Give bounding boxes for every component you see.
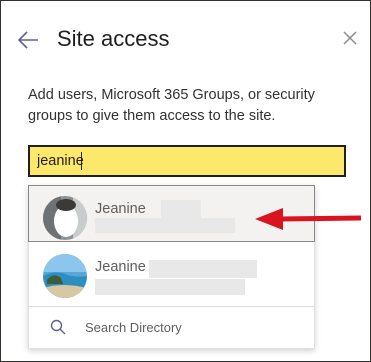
suggestion-item[interactable]: Jeanine — [29, 249, 314, 306]
redacted-detail — [95, 279, 245, 295]
people-search-input[interactable] — [28, 145, 346, 177]
site-access-panel: Site access Add users, Microsoft 365 Gro… — [0, 0, 371, 362]
annotation-arrow — [253, 205, 363, 233]
person-photo-icon — [43, 196, 87, 240]
arrow-left-icon — [17, 31, 38, 49]
beach-photo-icon — [43, 254, 87, 298]
suggestion-name: Jeanine — [95, 201, 146, 217]
arrow-left-icon — [255, 208, 362, 230]
search-directory-label: Search Directory — [85, 320, 182, 335]
search-directory-button[interactable]: Search Directory — [29, 307, 314, 348]
panel-title: Site access — [57, 26, 170, 51]
description-text: Add users, Microsoft 365 Groups, or secu… — [28, 87, 315, 124]
redacted-detail — [95, 218, 235, 233]
redacted-name — [149, 260, 257, 278]
close-button[interactable] — [341, 29, 359, 47]
suggestion-name: Jeanine — [95, 259, 146, 275]
text-caret — [81, 152, 82, 170]
close-icon — [343, 31, 357, 45]
avatar — [43, 196, 87, 240]
search-icon — [50, 319, 66, 335]
back-button[interactable] — [15, 27, 41, 53]
avatar — [43, 254, 87, 298]
redacted-name — [161, 200, 201, 218]
